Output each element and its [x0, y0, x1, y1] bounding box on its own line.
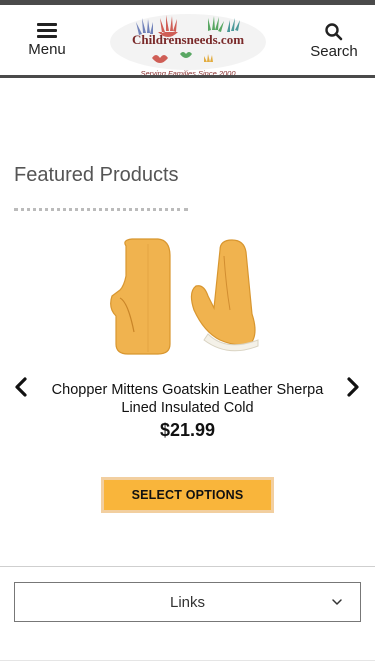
select-options-button[interactable]: SELECT OPTIONS	[101, 477, 274, 513]
search-label: Search	[310, 43, 358, 60]
menu-label: Menu	[28, 41, 66, 58]
magnifier-icon	[325, 23, 343, 41]
title-underline	[14, 208, 188, 211]
bottom-edge	[0, 660, 375, 667]
product-image-mittens[interactable]	[108, 236, 268, 360]
chevron-left-icon[interactable]	[12, 376, 30, 398]
section-divider	[0, 566, 375, 567]
site-logo[interactable]: Childrensneeds.com Serving Families Sinc…	[108, 12, 268, 80]
mittens-picture	[110, 238, 259, 355]
search-button[interactable]: Search	[302, 23, 366, 67]
featured-products-title: Featured Products	[14, 164, 179, 186]
chevron-down-icon	[332, 599, 342, 605]
links-dropdown[interactable]: Links	[14, 582, 361, 622]
product-name-link[interactable]: Chopper Mittens Goatskin Leather Sherpa …	[40, 381, 335, 417]
chevron-right-icon[interactable]	[344, 376, 362, 398]
links-label: Links	[169, 594, 206, 611]
hamburger-icon	[37, 23, 57, 38]
logo-text: Childrensneeds.com	[131, 32, 245, 47]
menu-button[interactable]: Menu	[18, 23, 76, 67]
product-price: $21.99	[159, 420, 216, 440]
header-divider	[0, 75, 375, 78]
site-header: Menu Childrensneeds.com Serving Families…	[0, 5, 375, 80]
